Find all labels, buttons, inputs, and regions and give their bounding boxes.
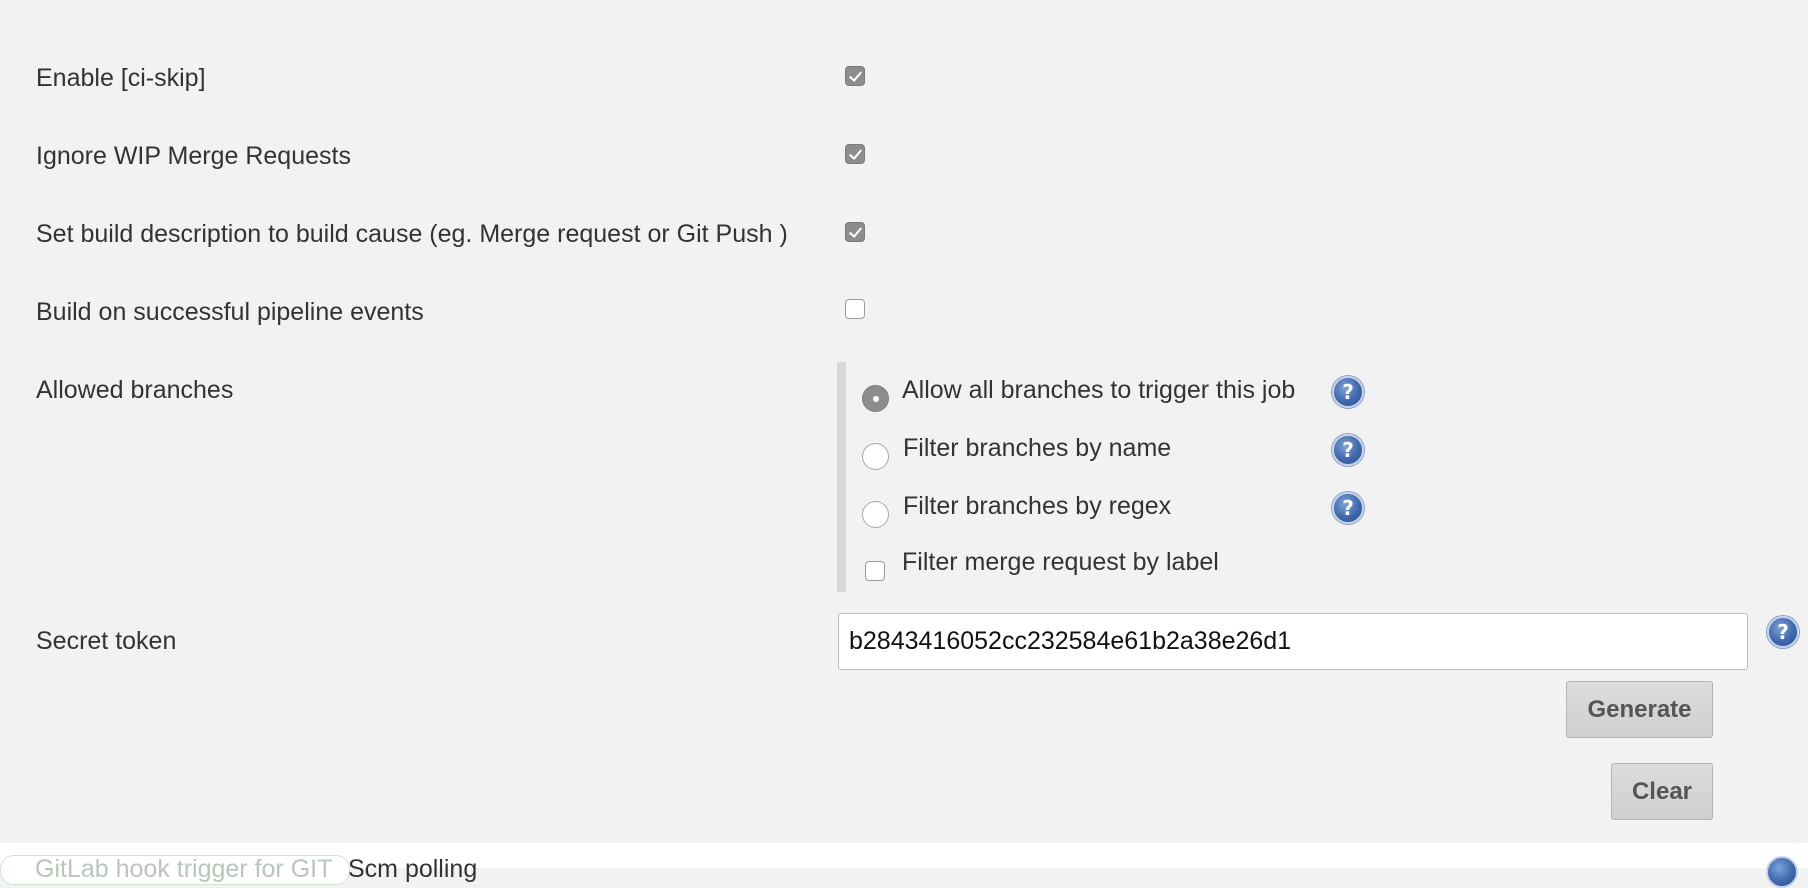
allowed-branches-group-bar (837, 362, 846, 592)
build-description-label: Set build description to build cause (eg… (36, 220, 788, 248)
allow-all-branches-label[interactable]: Allow all branches to trigger this job (902, 376, 1295, 405)
help-icon[interactable]: ? (1767, 616, 1799, 648)
allowed-branches-label: Allowed branches (36, 376, 234, 404)
scm-polling-label: Scm polling (348, 855, 478, 883)
filter-by-regex-label[interactable]: Filter branches by regex (903, 492, 1171, 521)
filter-by-label-checkbox[interactable] (865, 561, 885, 581)
ignore-wip-label: Ignore WIP Merge Requests (36, 142, 351, 170)
filter-by-label-label[interactable]: Filter merge request by label (902, 548, 1219, 577)
filter-by-name-label[interactable]: Filter branches by name (903, 434, 1171, 463)
secret-token-label: Secret token (36, 627, 177, 655)
gitlab-hook-trigger-option[interactable]: GitLab hook trigger for GIT (0, 855, 350, 885)
pipeline-events-checkbox[interactable] (845, 299, 865, 319)
ignore-wip-checkbox[interactable] (845, 144, 865, 164)
filter-by-regex-radio[interactable] (862, 501, 889, 528)
secret-token-input[interactable] (838, 613, 1748, 670)
help-icon[interactable]: ? (1332, 376, 1364, 408)
build-description-checkbox[interactable] (845, 222, 865, 242)
help-icon[interactable]: ? (1332, 434, 1364, 466)
pipeline-events-label: Build on successful pipeline events (36, 298, 424, 326)
enable-ci-skip-checkbox[interactable] (845, 66, 865, 86)
help-icon[interactable] (1766, 856, 1798, 888)
allow-all-branches-radio[interactable] (862, 385, 889, 412)
clear-button[interactable]: Clear (1611, 763, 1713, 820)
generate-button[interactable]: Generate (1566, 681, 1713, 738)
enable-ci-skip-label: Enable [ci-skip] (36, 64, 206, 92)
help-icon[interactable]: ? (1332, 492, 1364, 524)
filter-by-name-radio[interactable] (862, 443, 889, 470)
